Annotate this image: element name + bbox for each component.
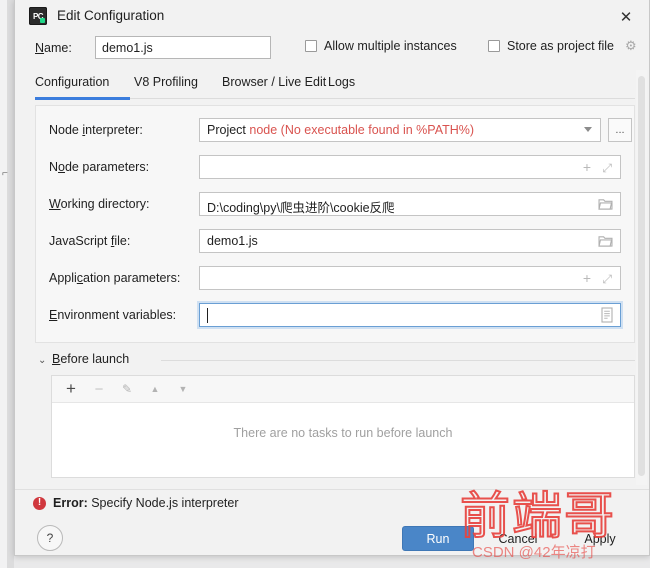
javascript-file-label: JavaScript file: — [49, 234, 131, 248]
add-task-button[interactable]: + — [62, 379, 80, 398]
tab-bar: Configuration V8 Profiling Browser / Liv… — [35, 73, 635, 100]
vertical-scrollbar[interactable] — [636, 70, 647, 485]
name-row: Name: Allow multiple instances Store as … — [15, 33, 650, 67]
node-interpreter-value: Project node (No executable found in %PA… — [207, 123, 474, 137]
error-detail: Specify Node.js interpreter — [91, 496, 239, 510]
node-interpreter-prefix: Project — [207, 123, 246, 137]
node-parameters-input[interactable]: + ⤢ — [199, 155, 621, 179]
expand-icon[interactable]: ⤢ — [602, 161, 612, 175]
pycharm-icon: PC — [29, 7, 47, 25]
name-input[interactable] — [95, 36, 271, 59]
edit-configuration-dialog: PC Edit Configuration ✕ Name: Allow mult… — [14, 0, 650, 556]
edit-task-button[interactable]: ✎ — [118, 380, 136, 398]
folder-icon[interactable] — [598, 235, 613, 247]
active-tab-underline — [35, 97, 130, 100]
help-button[interactable]: ? — [37, 525, 63, 551]
expand-icon[interactable]: ⤢ — [602, 272, 612, 286]
store-as-project-file-checkbox[interactable]: Store as project file — [488, 39, 614, 53]
move-up-button[interactable]: ▲ — [146, 380, 164, 398]
folder-icon[interactable] — [598, 198, 613, 210]
before-launch-empty-message: There are no tasks to run before launch — [233, 426, 453, 440]
field-application-parameters: Application parameters: + ⤢ — [36, 264, 636, 292]
field-node-parameters: Node parameters: + ⤢ — [36, 153, 636, 181]
before-launch-title[interactable]: Before launch — [52, 352, 136, 366]
error-message: Error: Specify Node.js interpreter — [53, 496, 239, 510]
working-directory-label: Working directory: — [49, 197, 150, 211]
javascript-file-value: demo1.js — [207, 234, 258, 248]
tab-v8-profiling[interactable]: V8 Profiling — [134, 75, 198, 89]
move-down-button[interactable]: ▼ — [174, 380, 192, 398]
list-icon[interactable] — [601, 307, 613, 323]
before-launch-rule — [161, 360, 635, 361]
node-interpreter-error-text: node (No executable found in %PATH%) — [249, 123, 475, 137]
apply-button[interactable]: Apply — [564, 526, 636, 551]
add-icon[interactable]: + — [583, 160, 591, 175]
backdrop-glyph: ⌐ — [2, 168, 8, 179]
before-launch-toolbar: + − ✎ ▲ ▼ — [52, 376, 634, 403]
environment-variables-input[interactable] — [199, 303, 621, 327]
allow-multiple-instances-checkbox[interactable]: Allow multiple instances — [305, 39, 457, 53]
error-prefix: Error: — [53, 496, 88, 510]
checkbox-box — [305, 40, 317, 52]
chevron-down-icon[interactable] — [584, 127, 592, 132]
working-directory-input[interactable]: D:\coding\py\爬虫进阶\cookie反爬 — [199, 192, 621, 216]
allow-multiple-instances-label: Allow multiple instances — [324, 39, 457, 53]
before-launch-panel: + − ✎ ▲ ▼ There are no tasks to run befo… — [51, 375, 635, 478]
chevron-down-icon[interactable]: ⌄ — [38, 355, 46, 366]
tab-logs[interactable]: Logs — [328, 75, 355, 89]
tab-configuration[interactable]: Configuration — [35, 75, 109, 89]
application-parameters-input[interactable]: + ⤢ — [199, 266, 621, 290]
text-cursor — [207, 308, 208, 323]
scrollbar-thumb[interactable] — [638, 76, 645, 476]
field-node-interpreter: Node interpreter: Project node (No execu… — [36, 116, 636, 144]
tab-browser-live-edit[interactable]: Browser / Live Edit — [222, 75, 326, 89]
close-icon[interactable]: ✕ — [611, 4, 641, 30]
add-icon[interactable]: + — [583, 271, 591, 286]
run-button[interactable]: Run — [402, 526, 474, 551]
error-icon: ! — [33, 496, 46, 510]
error-separator — [15, 489, 649, 490]
gear-icon[interactable]: ⚙ — [625, 39, 638, 52]
checkbox-box — [488, 40, 500, 52]
before-launch-header: ⌄ Before launch — [35, 352, 635, 370]
store-as-project-file-label: Store as project file — [507, 39, 614, 53]
field-working-directory: Working directory: D:\coding\py\爬虫进阶\coo… — [36, 190, 636, 218]
node-interpreter-browse-button[interactable]: ... — [608, 118, 632, 142]
javascript-file-input[interactable]: demo1.js — [199, 229, 621, 253]
working-directory-value: D:\coding\py\爬虫进阶\cookie反爬 — [207, 201, 395, 215]
dialog-titlebar: PC Edit Configuration ✕ — [15, 0, 649, 33]
application-parameters-label: Application parameters: — [49, 271, 181, 285]
node-parameters-label: Node parameters: — [49, 160, 150, 174]
backdrop-strip-light — [0, 0, 7, 568]
cancel-button[interactable]: Cancel — [482, 526, 554, 551]
field-environment-variables: Environment variables: — [36, 301, 636, 329]
field-javascript-file: JavaScript file: demo1.js — [36, 227, 636, 255]
environment-variables-label: Environment variables: — [49, 308, 177, 322]
node-interpreter-combo[interactable]: Project node (No executable found in %PA… — [199, 118, 601, 142]
error-row: ! Error: Specify Node.js interpreter — [33, 496, 239, 510]
name-label: Name: — [35, 41, 72, 55]
backdrop-strip-dark — [7, 0, 14, 568]
dialog-title: Edit Configuration — [57, 8, 165, 23]
node-interpreter-label: Node interpreter: — [49, 123, 143, 137]
remove-task-button[interactable]: − — [90, 380, 108, 398]
configuration-form: Node interpreter: Project node (No execu… — [35, 105, 635, 343]
